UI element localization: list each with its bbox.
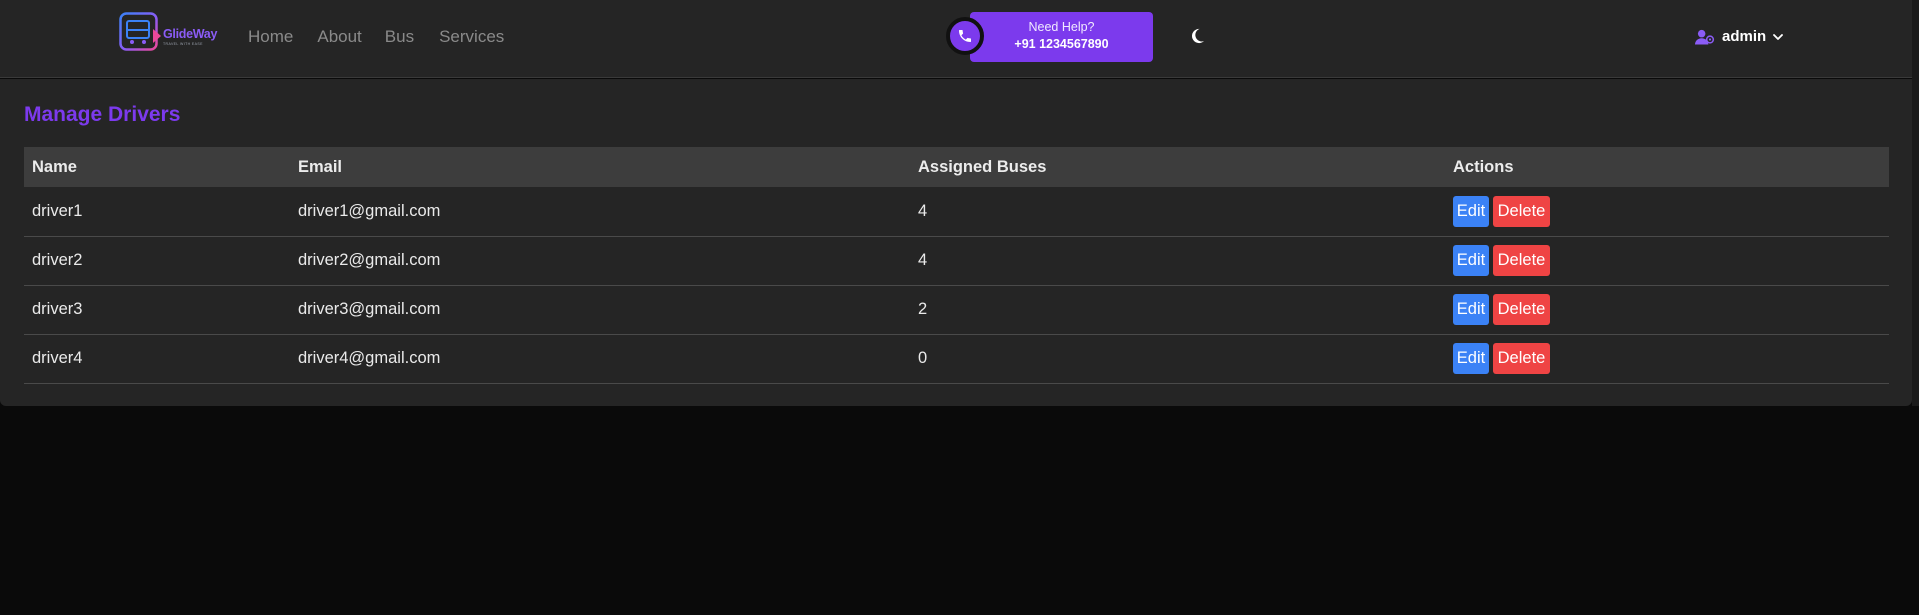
table-row: driver4 driver4@gmail.com 0 Edit Delete — [24, 334, 1889, 384]
navbar: GlideWay TRAVEL WITH EASE Home About Bus… — [0, 0, 1912, 78]
driver-assigned-buses: 0 — [910, 334, 1445, 384]
edit-button[interactable]: Edit — [1453, 343, 1489, 374]
column-header-actions: Actions — [1453, 157, 1514, 176]
driver-actions: Edit Delete — [1445, 285, 1889, 335]
help-phone-number: +91 1234567890 — [1014, 37, 1109, 51]
driver-name: driver1 — [24, 187, 290, 237]
driver-name: driver4 — [24, 334, 290, 384]
username: admin — [1722, 28, 1767, 45]
delete-button[interactable]: Delete — [1493, 245, 1550, 276]
moon-icon — [1191, 28, 1205, 44]
delete-button[interactable]: Delete — [1493, 343, 1550, 374]
bus-logo-icon — [119, 12, 161, 51]
driver-assigned-buses: 4 — [910, 236, 1445, 286]
driver-name: driver3 — [24, 285, 290, 335]
delete-button[interactable]: Delete — [1493, 195, 1550, 227]
table-header: Name Email Assigned Buses Actions — [24, 147, 1889, 187]
phone-icon — [946, 17, 984, 55]
main-nav: Home About Bus Services — [248, 27, 528, 47]
nav-services[interactable]: Services — [439, 27, 504, 47]
manage-drivers-panel: Manage Drivers Name Email Assigned Buses… — [0, 79, 1912, 406]
delete-button[interactable]: Delete — [1493, 294, 1550, 325]
driver-email: driver2@gmail.com — [290, 236, 910, 286]
nav-bus[interactable]: Bus — [385, 27, 414, 47]
driver-actions: Edit Delete — [1445, 334, 1889, 384]
brand-logo[interactable]: GlideWay TRAVEL WITH EASE — [119, 12, 219, 54]
driver-actions: Edit Delete — [1445, 236, 1889, 286]
table-row: driver1 driver1@gmail.com 4 Edit Delete — [24, 187, 1889, 237]
column-header-assigned-buses: Assigned Buses — [918, 157, 1047, 176]
edit-button[interactable]: Edit — [1453, 195, 1489, 227]
driver-assigned-buses: 4 — [910, 187, 1445, 237]
driver-actions: Edit Delete — [1445, 187, 1889, 237]
table-body: driver1 driver1@gmail.com 4 Edit Delete d… — [24, 187, 1889, 384]
brand-tagline: TRAVEL WITH EASE — [163, 42, 203, 46]
driver-email: driver4@gmail.com — [290, 334, 910, 384]
column-header-name: Name — [32, 157, 77, 176]
table-row: driver3 driver3@gmail.com 2 Edit Delete — [24, 285, 1889, 335]
table-header-row: Name Email Assigned Buses Actions — [24, 147, 1889, 187]
user-menu[interactable]: admin — [1695, 27, 1784, 47]
table-row: driver2 driver2@gmail.com 4 Edit Delete — [24, 236, 1889, 286]
nav-home[interactable]: Home — [248, 27, 293, 47]
driver-name: driver2 — [24, 236, 290, 286]
column-header-email: Email — [298, 157, 343, 176]
user-icon — [1695, 29, 1715, 45]
nav-about[interactable]: About — [317, 27, 361, 47]
edit-button[interactable]: Edit — [1453, 245, 1489, 276]
driver-assigned-buses: 2 — [910, 285, 1445, 335]
edit-button[interactable]: Edit — [1453, 294, 1489, 325]
help-label: Need Help? — [1028, 20, 1095, 34]
scrollbar-track[interactable] — [1912, 0, 1919, 406]
driver-email: driver3@gmail.com — [290, 285, 910, 335]
brand-name: GlideWay — [163, 27, 218, 41]
drivers-table: Name Email Assigned Buses Actions driver… — [24, 147, 1889, 384]
driver-email: driver1@gmail.com — [290, 187, 910, 237]
page-title: Manage Drivers — [24, 103, 181, 126]
chevron-down-icon — [1773, 34, 1784, 40]
help-contact[interactable]: Need Help? +91 1234567890 — [946, 12, 1153, 62]
help-pill: Need Help? +91 1234567890 — [970, 12, 1153, 62]
theme-toggle[interactable] — [1187, 26, 1207, 46]
